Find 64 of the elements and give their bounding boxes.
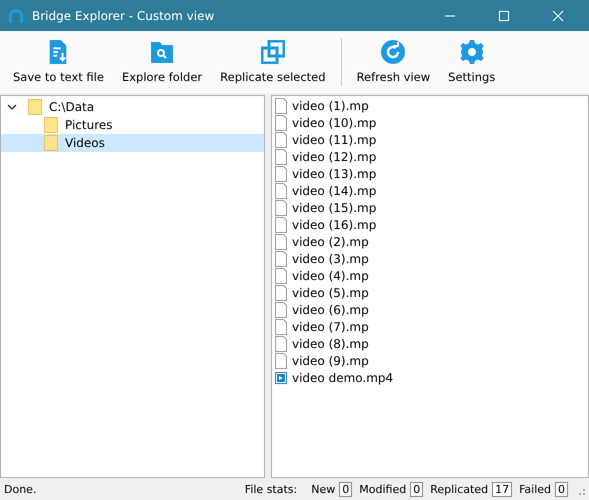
stat-value: 0 (339, 482, 352, 496)
stat-value: 0 (410, 482, 424, 496)
folder-search-icon (150, 40, 174, 64)
file-item[interactable]: video (4).mp (275, 267, 585, 284)
settings-icon (460, 40, 484, 64)
file-icon (275, 268, 287, 284)
stat-label: Modified (359, 482, 406, 496)
file-icon (275, 200, 287, 216)
file-icon (275, 302, 287, 318)
folder-icon (44, 135, 58, 151)
status-message: Done. (4, 482, 36, 496)
file-item[interactable]: video (5).mp (275, 284, 585, 301)
file-item[interactable]: video demo.mp4 (275, 369, 585, 386)
maximize-icon[interactable] (498, 10, 510, 22)
file-item[interactable]: video (1).mp (275, 97, 585, 114)
tree-item[interactable]: Pictures (1, 116, 264, 134)
file-icon (275, 98, 287, 114)
toolbar-button[interactable]: Refresh view (348, 34, 440, 90)
chevron-icon[interactable] (7, 102, 17, 112)
file-item[interactable]: video (12).mp (275, 148, 585, 165)
refresh-icon (381, 40, 406, 64)
stat-label: Failed (519, 482, 551, 496)
file-item[interactable]: video (6).mp (275, 301, 585, 318)
stat-value: 17 (492, 482, 512, 496)
file-icon (275, 234, 287, 250)
file-icon (275, 352, 287, 368)
toolbar-button[interactable]: Explore folder (112, 34, 212, 90)
file-item[interactable]: video (8).mp (275, 335, 585, 352)
stat-label: Replicated (430, 482, 488, 496)
file-icon (275, 132, 287, 148)
file-item[interactable]: video (14).mp (275, 182, 585, 199)
file-item[interactable]: video (10).mp (275, 114, 585, 131)
file-item[interactable]: video (15).mp (275, 199, 585, 216)
file-item[interactable]: video (2).mp (275, 233, 585, 250)
video-file-icon (275, 370, 287, 386)
stat-label: New (311, 482, 336, 496)
file-icon (275, 336, 287, 352)
window-title: Bridge Explorer - Custom view (32, 8, 214, 22)
toolbar-button[interactable]: Replicate selected (211, 34, 335, 90)
folder-icon (44, 117, 58, 133)
file-icon (275, 318, 287, 334)
file-icon (275, 114, 287, 130)
file-icon (275, 166, 287, 182)
arch-icon (8, 8, 24, 24)
toolbar-button[interactable]: Settings (439, 34, 504, 90)
tree-item[interactable]: Videos (1, 134, 264, 152)
stat-value: 0 (555, 482, 568, 496)
stats-label: File stats: (244, 482, 298, 496)
file-item[interactable]: video (3).mp (275, 250, 585, 267)
file-item[interactable]: video (11).mp (275, 131, 585, 148)
file-icon (275, 216, 287, 232)
close-icon[interactable] (552, 10, 564, 22)
file-icon (275, 250, 287, 266)
file-icon (275, 148, 287, 164)
toolbar-button[interactable]: Save to text file (4, 34, 113, 90)
file-icon (275, 182, 287, 198)
file-item[interactable]: video (16).mp (275, 216, 585, 233)
file-item[interactable]: video (13).mp (275, 165, 585, 182)
folder-icon (28, 99, 42, 115)
tree-item[interactable]: C:\Data (1, 98, 264, 116)
file-icon (275, 284, 287, 300)
copy-icon (260, 40, 285, 64)
file-item[interactable]: video (7).mp (275, 318, 585, 335)
file-item[interactable]: video (9).mp (275, 352, 585, 369)
